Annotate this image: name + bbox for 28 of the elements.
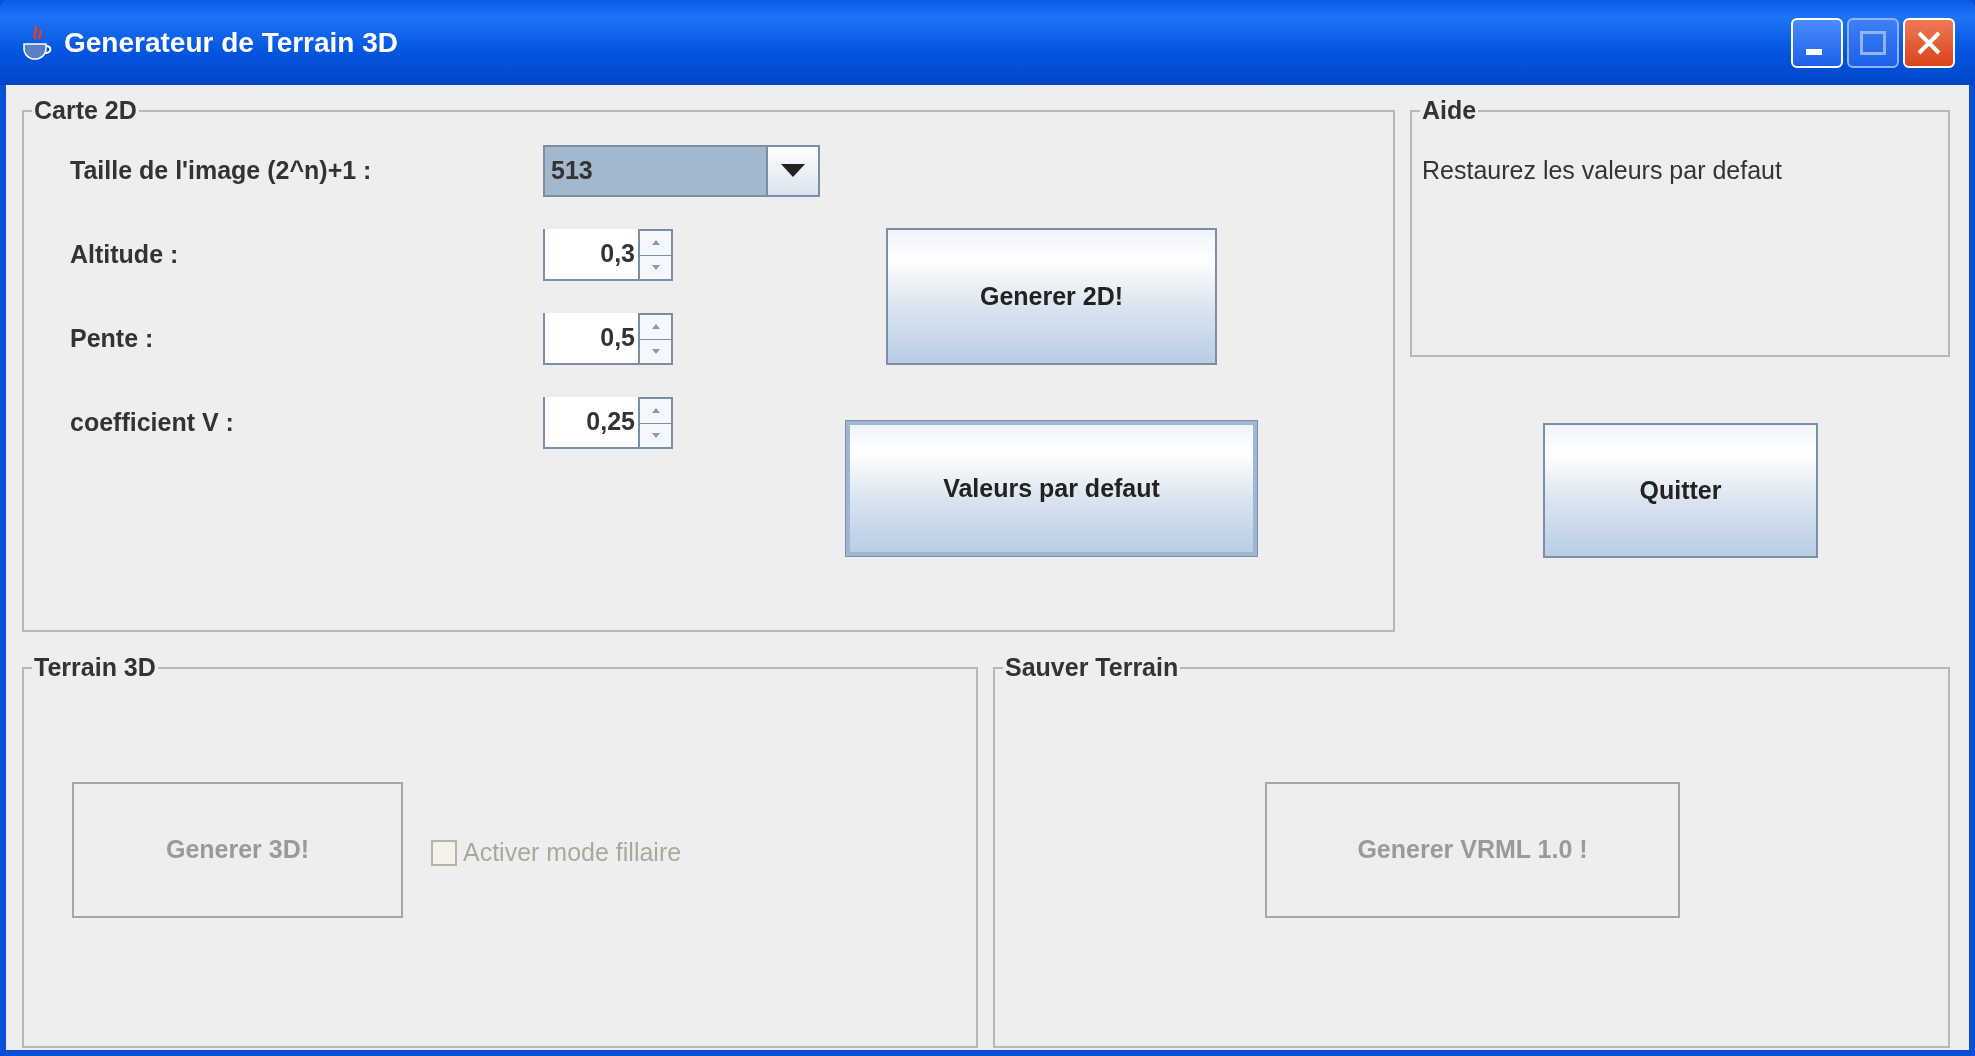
checkbox-label: Activer mode fillaire [463, 837, 682, 868]
field-label: Pente : [70, 323, 155, 355]
field-label: Taille de l'image (2^n)+1 : [70, 155, 373, 187]
minimize-button[interactable] [1791, 17, 1843, 68]
push-button[interactable]: Quitter [1543, 423, 1818, 558]
close-button[interactable] [1903, 17, 1955, 68]
combo-box[interactable]: 513 [543, 145, 820, 197]
spin-down-icon[interactable] [640, 339, 671, 363]
field-label: Altitude : [70, 239, 180, 271]
push-button[interactable]: Generer 2D! [886, 228, 1217, 365]
spin-up-icon[interactable] [640, 399, 671, 424]
close-icon [1916, 29, 1942, 56]
window-title: Generateur de Terrain 3D [64, 25, 400, 60]
coffee-cup-icon [20, 23, 54, 62]
push-button[interactable]: Valeurs par defaut [846, 421, 1257, 556]
help-text: Restaurez les valeurs par defaut [1422, 155, 1783, 186]
spinner-field[interactable]: 0,5 [543, 313, 638, 365]
spinner-field[interactable]: 0,3 [543, 229, 638, 281]
minimize-icon [1806, 48, 1822, 55]
spin-up-icon[interactable] [640, 231, 671, 256]
maximize-button[interactable] [1847, 17, 1899, 68]
maximize-icon [1860, 30, 1886, 55]
combo-value: 513 [550, 155, 594, 187]
spin-down-icon[interactable] [640, 255, 671, 279]
spinner-field[interactable]: 0,25 [543, 397, 638, 449]
spin-down-icon[interactable] [640, 423, 671, 447]
field-label: coefficient V : [70, 407, 235, 439]
spin-up-icon[interactable] [640, 315, 671, 340]
